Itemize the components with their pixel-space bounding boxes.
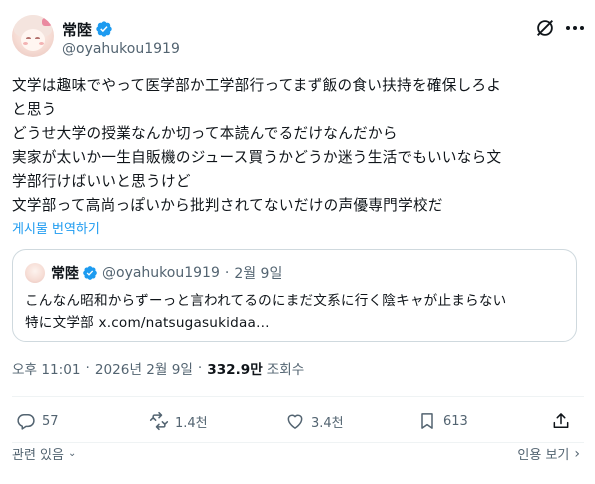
verified-badge-icon (83, 266, 97, 280)
quoted-separator: · (224, 265, 230, 281)
share-icon (553, 413, 569, 428)
view-quotes-label: 인용 보기 (517, 448, 570, 463)
quoted-line: 特に文学部 x.com/natsugasukidaa… (25, 315, 270, 331)
quoted-author-handle: @oyahukou1919 (102, 265, 220, 281)
tweet-meta: 오후 11:01 · 2026년 2월 9일 · 332.9만 조회수 (12, 358, 304, 378)
quoted-tweet-card[interactable]: 常陸 @oyahukou1919 · 2월 9일 こんなん昭和からずーっと言われ… (12, 249, 577, 342)
quoted-line: こんなん昭和からずーっと言われてるのにまだ文系に行く陰キャが止まらない (25, 293, 507, 309)
translate-post-link[interactable]: 게시물 번역하기 (12, 218, 100, 237)
share-button[interactable] (551, 410, 571, 432)
divider (12, 442, 584, 443)
verified-badge-icon (96, 21, 112, 37)
like-count: 3.4천 (311, 415, 344, 431)
quoted-tweet-header: 常陸 @oyahukou1919 · 2월 9일 (51, 263, 282, 283)
author-display-name[interactable]: 常陸 (62, 19, 92, 40)
grok-icon[interactable] (534, 17, 556, 39)
repost-count: 1.4천 (175, 415, 208, 431)
meta-separator: · (197, 360, 203, 376)
reply-count: 57 (42, 413, 59, 429)
more-options-icon[interactable] (563, 17, 587, 39)
quoted-author-avatar (25, 263, 45, 283)
chevron-down-icon: ⌄ (67, 448, 77, 459)
action-bar: 57 1.4천 3.4천 613 (12, 400, 584, 442)
footer-bar: 관련 있음 ⌄ 인용 보기 › (12, 444, 584, 474)
chevron-right-icon: › (574, 445, 580, 462)
tweet-line: どうせ大学の授業なんか切って本読んでるだけなんだから (12, 125, 398, 142)
quoted-date: 2월 9일 (234, 266, 283, 282)
tweet-date[interactable]: 2026년 2월 9일 (95, 358, 193, 378)
tweet-line: 学部行けばいいと思うけど (12, 173, 191, 190)
tweet-line: 実家が太いか一生自販機のジュース買うかどうか迷う生活でもいいなら文 (12, 149, 502, 166)
like-button[interactable]: 3.4천 (285, 410, 344, 432)
author-avatar[interactable] (12, 15, 54, 57)
repost-button[interactable]: 1.4천 (149, 410, 208, 432)
heart-icon (287, 414, 303, 429)
bookmark-icon (421, 413, 433, 429)
repost-icon (149, 411, 169, 431)
tweet-line: 文学部って高尚っぽいから批判されてないだけの声優専門学校だ (12, 197, 443, 214)
meta-separator: · (85, 360, 90, 376)
view-quotes-link[interactable]: 인용 보기 › (517, 444, 580, 464)
view-count[interactable]: 332.9만 (207, 358, 263, 378)
related-dropdown[interactable]: 관련 있음 ⌄ (12, 444, 76, 463)
reply-button[interactable]: 57 (16, 410, 59, 432)
bookmark-count: 613 (443, 413, 468, 429)
author-name-row[interactable]: 常陸 (62, 19, 113, 39)
tweet-text: 文学は趣味でやって医学部か工学部行ってまず飯の食い扶持を確保しろよ と思う どう… (12, 74, 582, 218)
related-label: 관련 있음 (12, 448, 64, 463)
quoted-tweet-text: こんなん昭和からずーっと言われてるのにまだ文系に行く陰キャが止まらない 特に文学… (25, 290, 506, 334)
quoted-author-name: 常陸 (51, 266, 79, 282)
view-count-label: 조회수 (266, 362, 305, 378)
tweet-line: と思う (12, 101, 57, 118)
tweet-line: 文学は趣味でやって医学部か工学部行ってまず飯の食い扶持を確保しろよ (12, 77, 502, 94)
author-handle[interactable]: @oyahukou1919 (62, 41, 180, 57)
bookmark-button[interactable]: 613 (417, 410, 468, 432)
tweet-header: 常陸 @oyahukou1919 (12, 11, 584, 61)
reply-icon (17, 414, 35, 430)
tweet-time[interactable]: 오후 11:01 (12, 358, 81, 378)
divider (12, 396, 584, 397)
